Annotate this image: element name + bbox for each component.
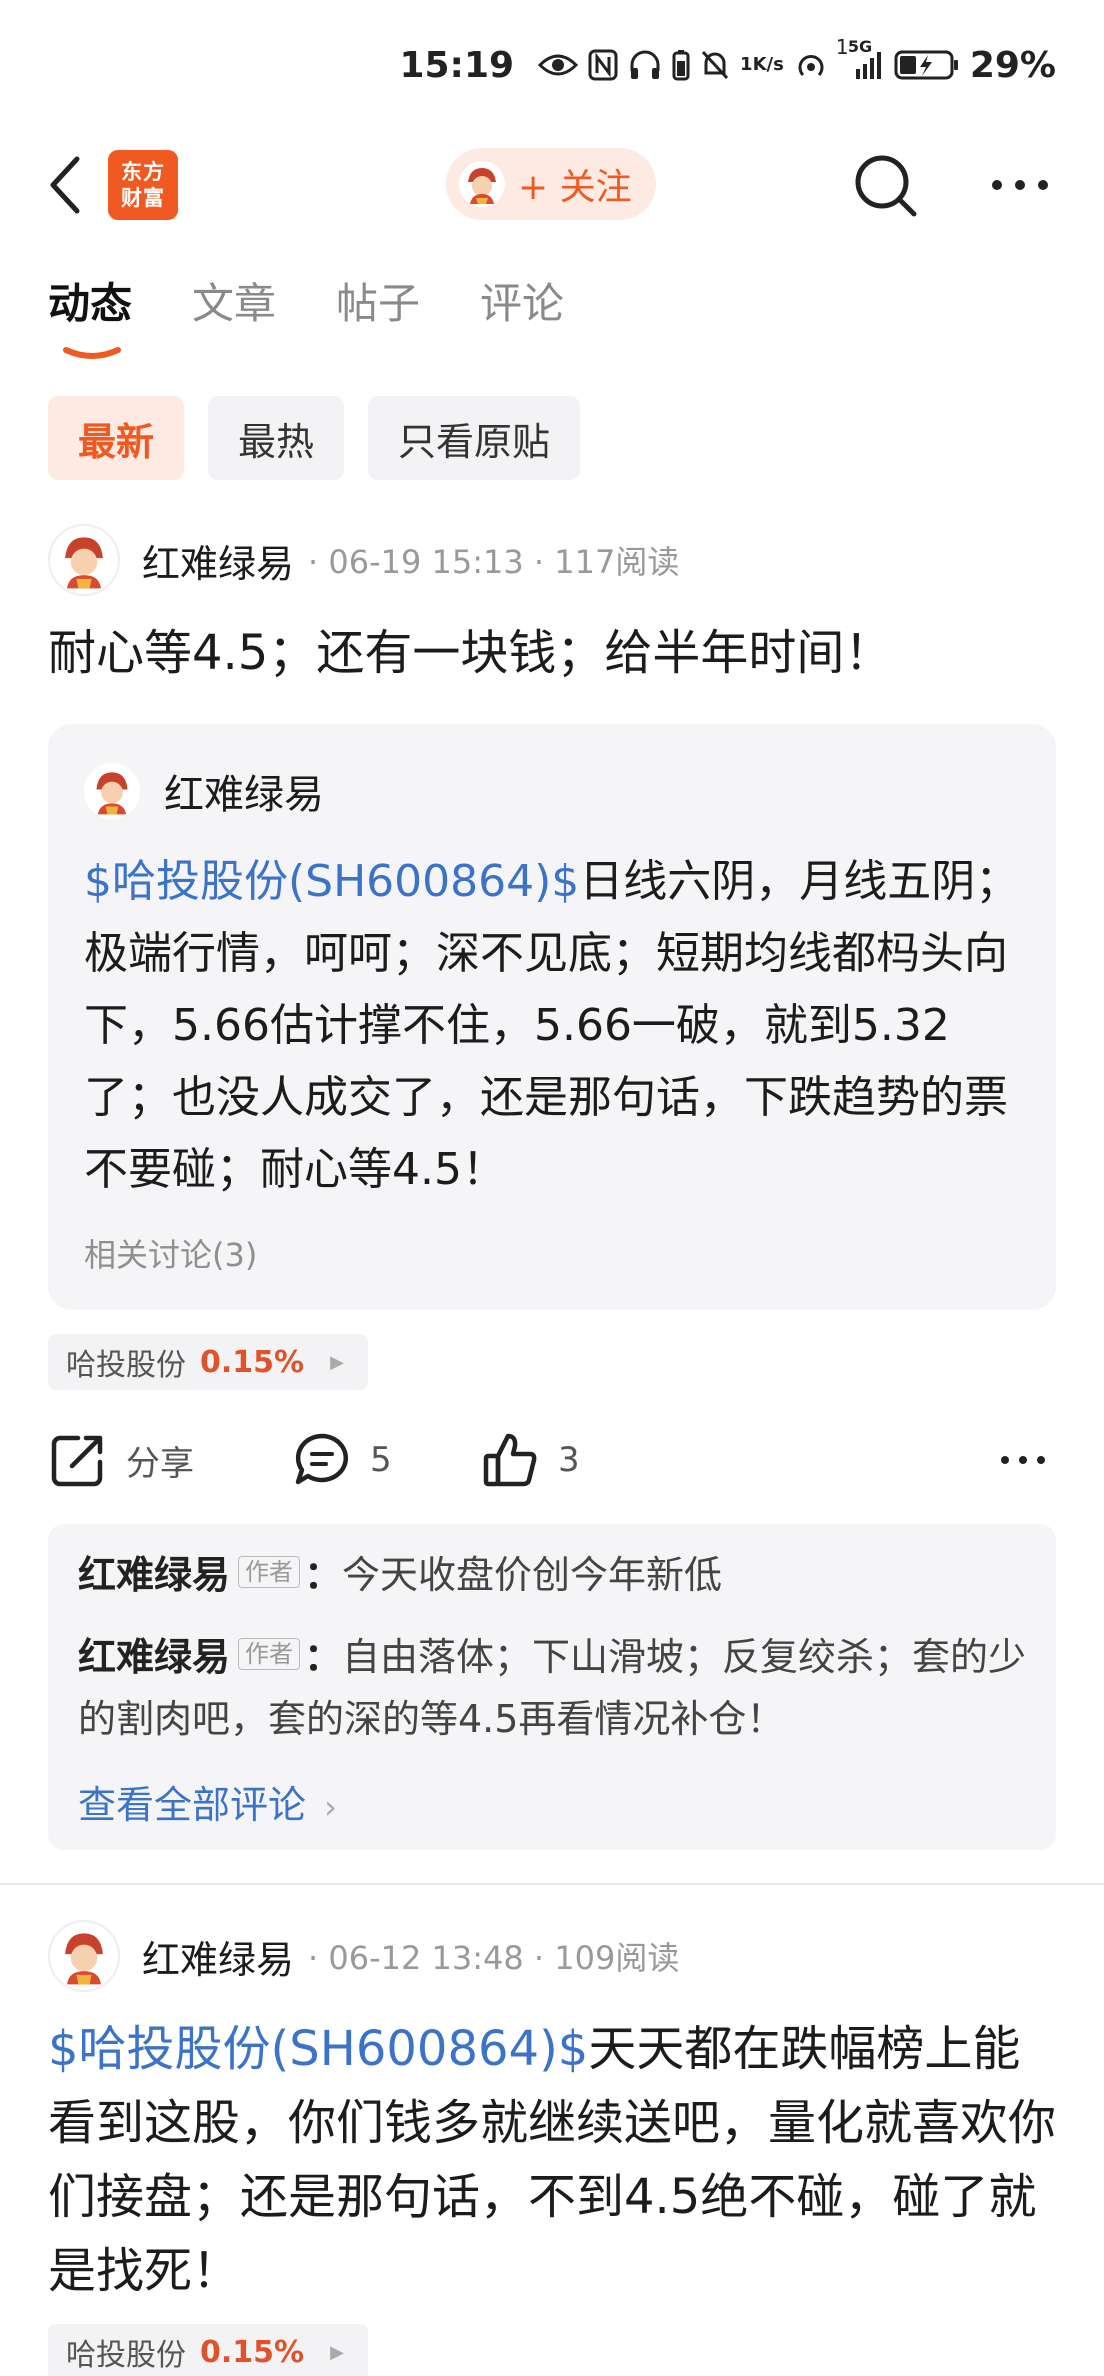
quoted-post-header: 红难绿易	[84, 762, 324, 820]
sim-slot: 1	[835, 35, 849, 59]
battery-icon	[894, 49, 960, 81]
comment-button[interactable]: 5	[292, 1424, 392, 1496]
tab-bar: 动态 文章 帖子 评论	[48, 270, 564, 359]
stock-tag[interactable]: 哈投股份 0.15% ▶	[48, 1334, 368, 1390]
related-discussions[interactable]: 相关讨论(3)	[84, 1230, 257, 1276]
more-dots-icon	[1001, 1456, 1045, 1464]
thumbs-up-icon	[483, 1433, 537, 1487]
filter-hottest[interactable]: 最热	[208, 396, 345, 480]
tab-comments-label: 评论	[480, 279, 565, 328]
post-text[interactable]: $哈投股份(SH600864)$天天都在跌幅榜上能看到这股，你们钱多就继续送吧，…	[48, 2012, 1058, 2308]
stock-tag-name: 哈投股份	[66, 1348, 186, 1383]
comment-preview: 红难绿易 作者 ：今天收盘价创今年新低 红难绿易 作者 ：自由落体；下山滑坡；反复绞杀；…	[48, 1524, 1056, 1850]
tab-posts-label: 帖子	[336, 279, 421, 328]
comment-count: 5	[370, 1440, 392, 1480]
app-logo-line1: 东方	[121, 160, 165, 184]
comment-separator: ：	[304, 1635, 343, 1679]
post-more-button[interactable]	[1000, 1424, 1046, 1496]
stock-link[interactable]: $哈投股份(SH600864)$	[84, 856, 579, 907]
tab-dynamics-label: 动态	[48, 279, 133, 328]
comment-author[interactable]: 红难绿易	[78, 1635, 230, 1679]
comment-item[interactable]: 红难绿易 作者 ：今天收盘价创今年新低	[78, 1544, 1028, 1606]
search-button[interactable]	[850, 150, 922, 222]
triangle-right-icon: ▶	[330, 2341, 344, 2363]
more-button[interactable]	[980, 160, 1060, 210]
post-header: 红难绿易 · 06-12 13:48 · 109阅读	[48, 1920, 679, 1992]
share-label: 分享	[126, 1443, 194, 1484]
author-badge: 作者	[238, 1556, 301, 1588]
chevron-right-icon: ›	[324, 1788, 337, 1826]
stock-tag-change: 0.15%	[200, 1344, 305, 1380]
stock-tag-name: 哈投股份	[66, 2338, 186, 2373]
tab-comments[interactable]: 评论	[480, 270, 564, 350]
hotspot-icon	[794, 49, 828, 81]
stock-link[interactable]: $哈投股份(SH600864)$	[48, 2021, 588, 2077]
mute-bell-icon	[700, 49, 730, 81]
quoted-post-card[interactable]: 红难绿易 $哈投股份(SH600864)$日线六阴，月线五阴；极端行情，呵呵；深…	[48, 724, 1056, 1310]
follow-label: + 关注	[518, 167, 632, 208]
more-dots-icon	[992, 180, 1048, 190]
filter-latest[interactable]: 最新	[48, 396, 185, 480]
tab-articles-label: 文章	[192, 279, 277, 328]
view-all-comments-label: 查看全部评论	[78, 1783, 307, 1827]
like-button[interactable]: 3	[480, 1424, 580, 1496]
post-divider	[0, 1883, 1104, 1885]
network-type: 5G	[847, 37, 873, 56]
quoted-author-name: 红难绿易	[164, 772, 324, 818]
comment-text: 今天收盘价创今年新低	[342, 1553, 723, 1597]
share-button[interactable]: 分享	[48, 1424, 194, 1496]
app-screen: 15:19 1 K/s 1 5G 29% 东方 财富 + 关注 动态 文章 帖子…	[0, 0, 1104, 2376]
view-all-comments-link[interactable]: 查看全部评论 ›	[78, 1774, 337, 1829]
comment-icon	[295, 1433, 348, 1485]
comment-author[interactable]: 红难绿易	[78, 1553, 230, 1597]
eye-icon	[538, 51, 579, 79]
headphones-icon	[628, 49, 662, 81]
stock-tag[interactable]: 哈投股份 0.15% ▶	[48, 2324, 368, 2376]
quoted-post-body: $哈投股份(SH600864)$日线六阴，月线五阴；极端行情，呵呵；深不见底；短…	[84, 846, 1024, 1206]
network-speed-unit: K/s	[752, 54, 784, 75]
nfc-icon	[588, 49, 618, 81]
status-bar: 15:19 1 K/s 1 5G 29%	[0, 0, 1104, 130]
app-logo-line2: 财富	[121, 186, 165, 210]
post-actions: 分享 5 3	[48, 1424, 1056, 1496]
app-logo[interactable]: 东方 财富	[108, 150, 178, 220]
nav-bar: 东方 财富 + 关注	[0, 130, 1104, 240]
user-avatar-icon	[459, 161, 505, 207]
comment-separator: ：	[304, 1553, 343, 1597]
network-speed: 1 K/s	[740, 56, 784, 74]
quoted-author-avatar	[84, 763, 140, 819]
chevron-left-icon	[50, 156, 80, 214]
filter-original-only[interactable]: 只看原贴	[368, 396, 581, 480]
share-icon	[51, 1435, 103, 1487]
like-count: 3	[558, 1440, 580, 1480]
post-meta: · 06-12 13:48 · 109阅读	[308, 1939, 680, 1977]
back-button[interactable]	[40, 152, 90, 218]
author-badge: 作者	[238, 1638, 301, 1670]
earbuds-battery-icon	[672, 49, 690, 81]
tab-dynamics[interactable]: 动态	[48, 270, 133, 359]
signal-icon: 1 5G	[836, 35, 884, 81]
stock-tag-change: 0.15%	[200, 2334, 305, 2370]
post-meta: · 06-19 15:13 · 117阅读	[308, 543, 680, 581]
tab-posts[interactable]: 帖子	[336, 270, 420, 350]
post-text[interactable]: 耐心等4.5；还有一块钱；给半年时间！	[48, 616, 1058, 690]
status-time: 15:19	[399, 44, 515, 86]
comment-item[interactable]: 红难绿易 作者 ：自由落体；下山滑坡；反复绞杀；套的少的割肉吧，套的深的等4.5再看…	[78, 1626, 1028, 1750]
tab-active-indicator	[63, 347, 121, 359]
author-name[interactable]: 红难绿易	[142, 533, 294, 588]
follow-button[interactable]: + 关注	[446, 148, 656, 220]
tab-articles[interactable]: 文章	[192, 270, 276, 350]
author-name[interactable]: 红难绿易	[142, 1929, 294, 1984]
author-avatar[interactable]	[48, 1920, 120, 1992]
triangle-right-icon: ▶	[330, 1351, 344, 1373]
post-header: 红难绿易 · 06-19 15:13 · 117阅读	[48, 524, 679, 596]
filter-chips: 最新 最热 只看原贴	[48, 396, 581, 480]
network-speed-value: 1	[740, 54, 753, 75]
author-avatar[interactable]	[48, 524, 120, 596]
battery-percent: 29%	[969, 44, 1056, 86]
search-icon	[855, 155, 917, 217]
